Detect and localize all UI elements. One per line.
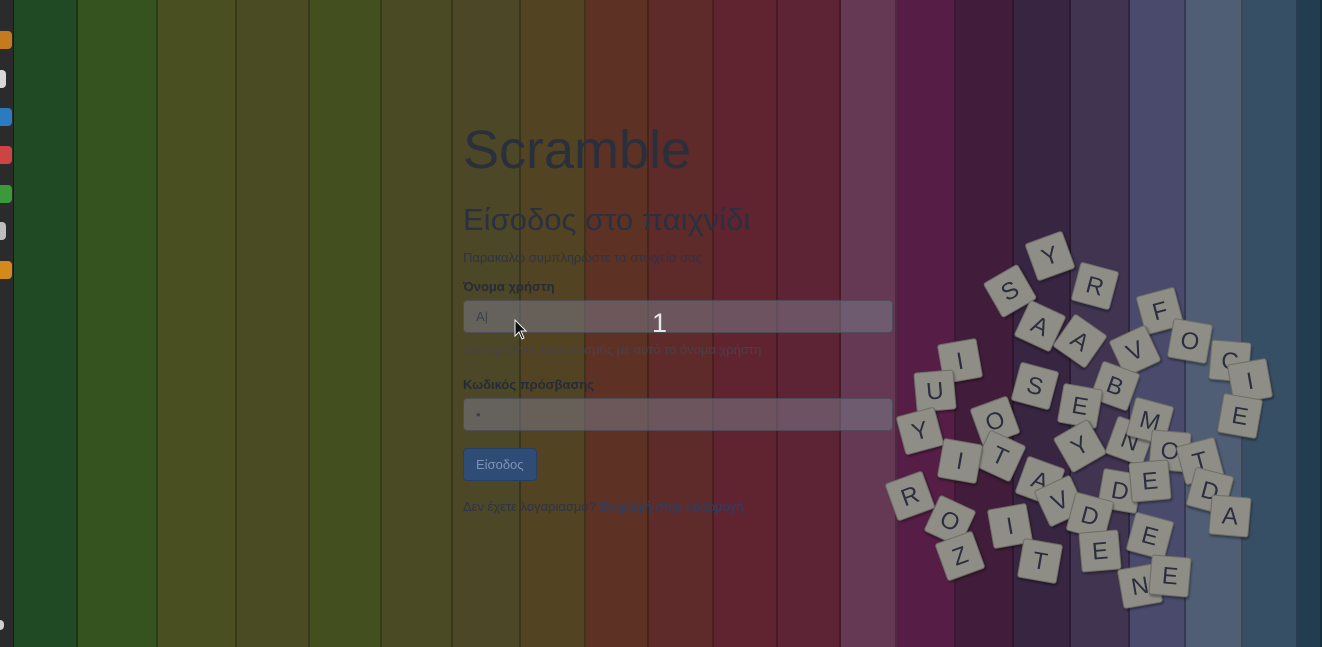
- scrabble-tile: E: [1128, 459, 1172, 503]
- signup-prompt: Δεν έχετε λογαριασμό? Εγγραφή στην εφαρμ…: [463, 499, 893, 514]
- scrabble-tile: I: [936, 437, 984, 485]
- app-title: Scramble: [463, 120, 692, 180]
- login-button[interactable]: Είσοδος: [463, 448, 537, 481]
- step-marker: 1: [652, 308, 668, 338]
- scrabble-tiles-image: YRSAFOAVBCIUSOETYIYNMOIETAVDEDAROIDZTEEN…: [880, 226, 1310, 616]
- scrabble-tile: Y: [895, 406, 945, 456]
- username-label: Όνομα χρήστη: [463, 279, 555, 294]
- scrabble-tile: E: [1125, 511, 1175, 561]
- scrabble-tile: S: [1010, 361, 1060, 411]
- login-heading: Είσοδος στο παιχνίδι: [463, 202, 751, 237]
- scrabble-tile: Y: [1052, 418, 1108, 474]
- scrabble-tile: U: [913, 369, 957, 413]
- firefox-icon[interactable]: [0, 31, 12, 49]
- password-label: Κωδικός πρόσβασης: [463, 377, 595, 392]
- green-app-icon[interactable]: [0, 185, 12, 203]
- scrabble-tile: R: [884, 470, 936, 522]
- scrabble-tile: Y: [1024, 230, 1076, 282]
- password-value: •: [476, 407, 481, 422]
- username-error: Δεν βρέθηκε λογαριασμός με αυτό το όνομα…: [463, 342, 762, 357]
- username-value: A|: [476, 309, 489, 324]
- scrabble-tile: E: [1148, 554, 1192, 598]
- side-dock: [0, 0, 14, 647]
- scrabble-tile: O: [1166, 317, 1214, 365]
- signup-link[interactable]: Εγγραφή στην εφαρμογή: [600, 499, 744, 514]
- grid-icon[interactable]: [0, 620, 4, 630]
- mouse-cursor-icon: [514, 319, 528, 340]
- blue-app-icon[interactable]: [0, 108, 12, 126]
- paint-icon[interactable]: [0, 146, 12, 164]
- scrabble-tile: E: [1078, 529, 1122, 573]
- scrabble-tile: T: [1016, 537, 1064, 585]
- scrabble-tile: E: [1216, 392, 1264, 440]
- scrabble-tile: R: [1070, 261, 1120, 311]
- signup-text: Δεν έχετε λογαριασμό?: [463, 499, 596, 514]
- login-panel: Scramble Είσοδος στο παιχνίδι Παρακαλώ σ…: [463, 118, 893, 514]
- password-input[interactable]: •: [463, 398, 893, 431]
- star-icon[interactable]: [0, 261, 12, 279]
- form-hint: Παρακαλώ συμπληρώστε τα στοιχεία σας: [463, 250, 702, 265]
- document-icon[interactable]: [0, 222, 6, 240]
- scrabble-tile: A: [1208, 494, 1252, 538]
- window-icon[interactable]: [0, 70, 6, 88]
